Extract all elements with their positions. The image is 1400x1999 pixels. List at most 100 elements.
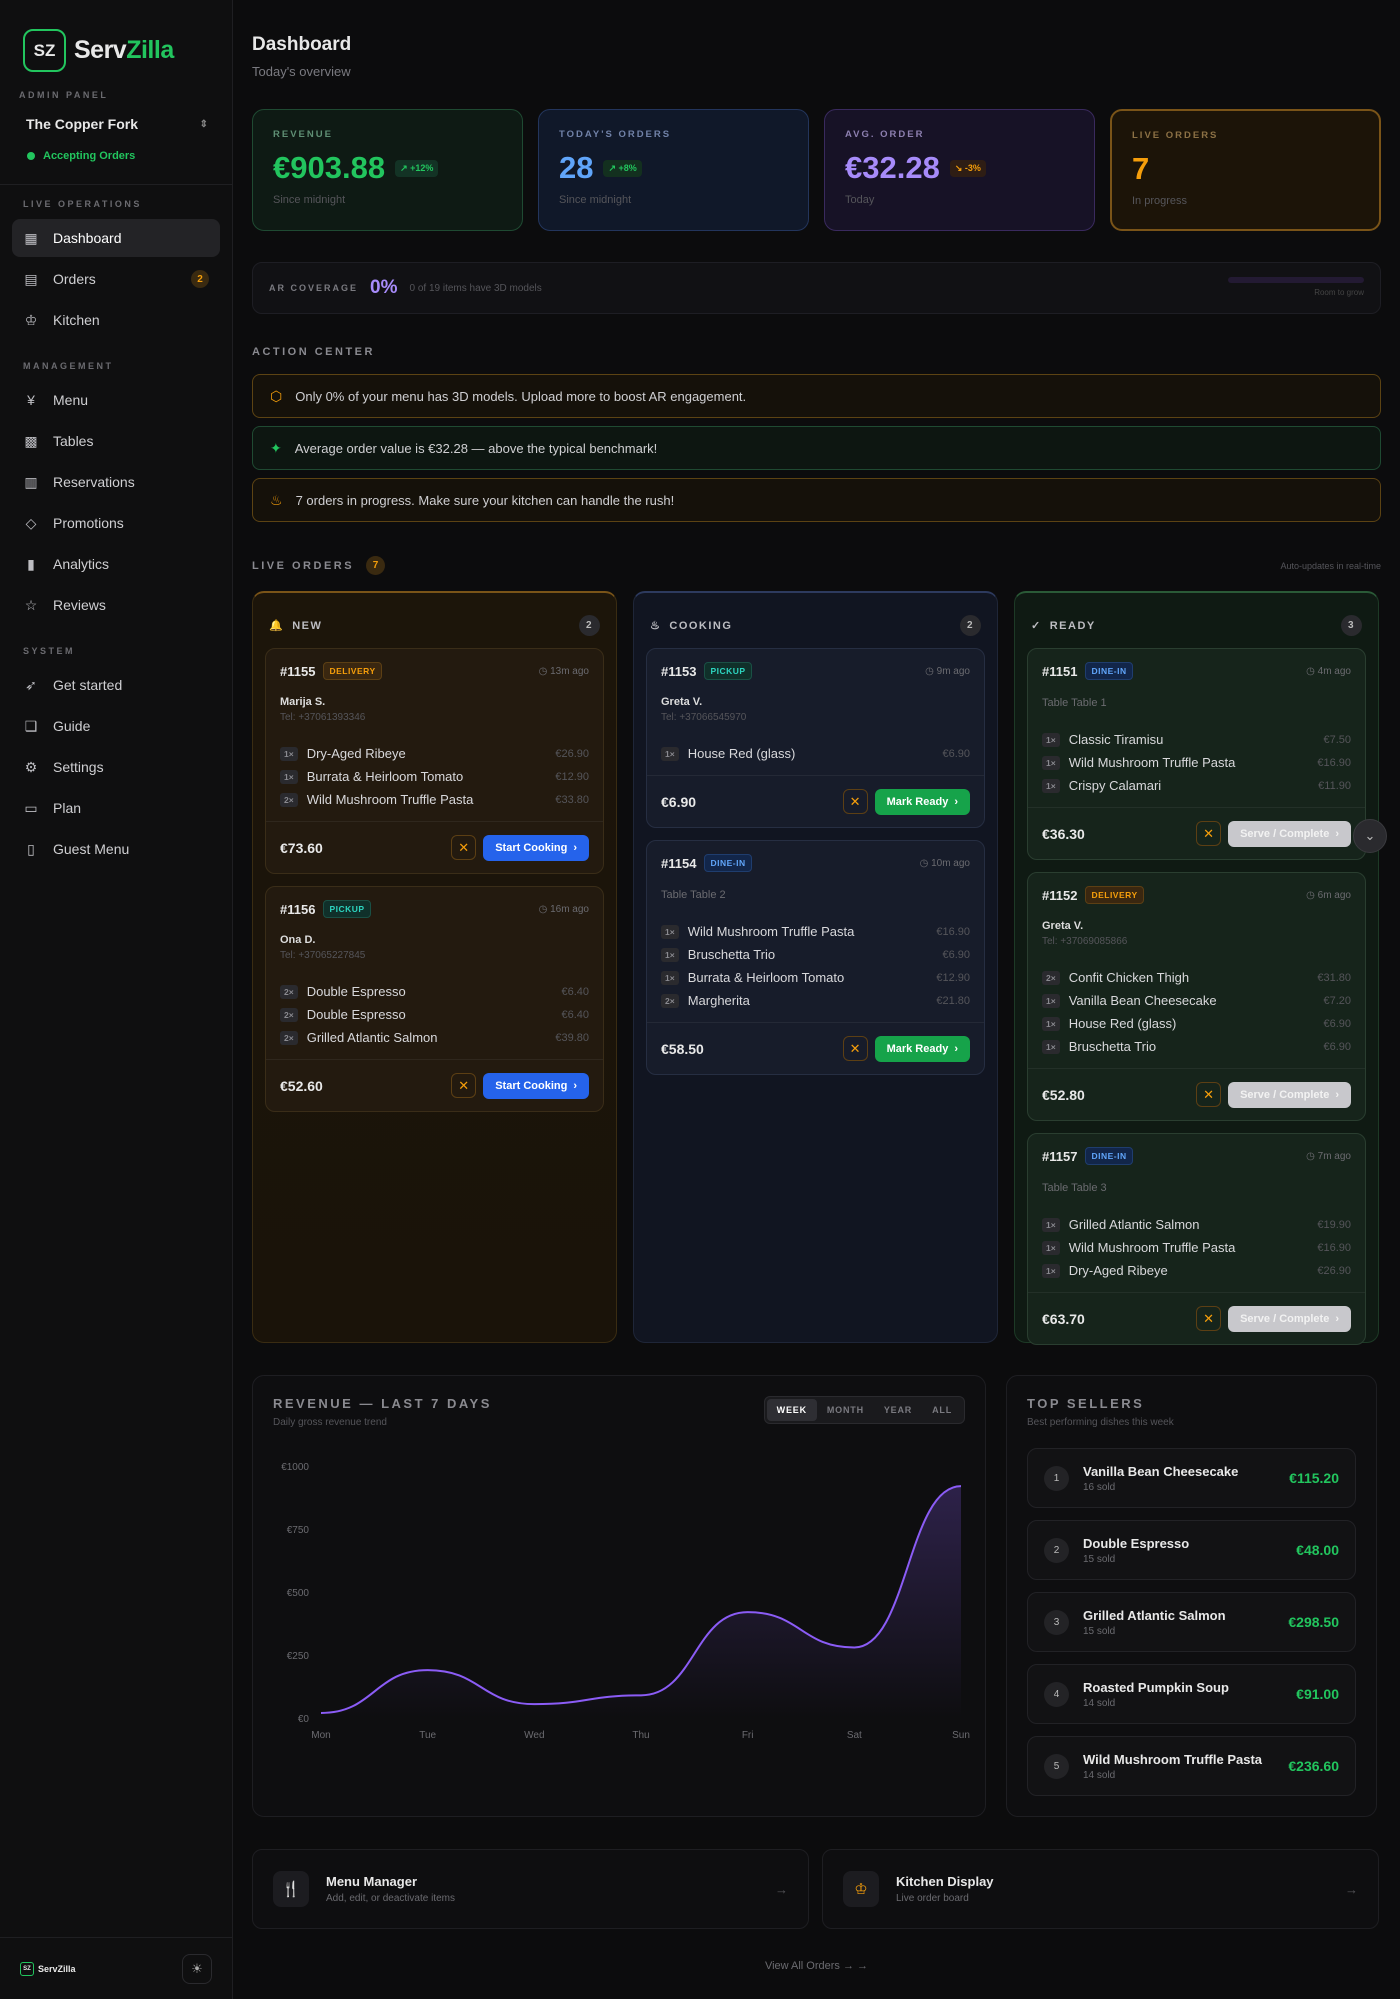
ar-coverage-bar[interactable]: AR COVERAGE 0% 0 of 19 items have 3D mod… (252, 262, 1381, 314)
kitchen-display-link[interactable]: ♔ Kitchen Display Live order board → (822, 1849, 1379, 1929)
sidebar-item-promotions[interactable]: ◇ Promotions (12, 504, 220, 542)
seller-row[interactable]: 3 Grilled Atlantic Salmon 15 sold €298.50 (1027, 1592, 1356, 1652)
sidebar-item-label: Settings (53, 759, 104, 775)
order-action-button[interactable]: Start Cooking › (483, 1072, 589, 1099)
order-action-button[interactable]: Start Cooking › (483, 834, 589, 861)
order-id: #1153 (661, 663, 697, 679)
seller-row[interactable]: 5 Wild Mushroom Truffle Pasta 14 sold €236.… (1027, 1736, 1356, 1796)
item-name: House Red (glass) (687, 746, 796, 761)
view-all-orders-link[interactable]: View All Orders → → (252, 1960, 1381, 1972)
time-ago: ◷ 4m ago (1306, 665, 1351, 677)
customer-name: Greta V. (661, 696, 703, 708)
column-cooking: ♨ COOKING 2 #1153 PICKUP ◷ 9m ago Greta V. Tel… (633, 591, 998, 1343)
sidebar-item-tables[interactable]: ▩ Tables (12, 422, 220, 460)
order-card[interactable]: #1151 DINE-IN ◷ 4m ago Table Table 1 1× Class… (1027, 648, 1366, 860)
cancel-order-button[interactable]: ✕ (451, 835, 477, 860)
sidebar-item-analytics[interactable]: ▮ Analytics (12, 545, 220, 583)
order-card[interactable]: #1154 DINE-IN ◷ 10m ago Table Table 2 1× Wild… (646, 840, 985, 1075)
order-action-button[interactable]: Serve / Complete › (1228, 1081, 1351, 1108)
stat-card-avg-order[interactable]: AVG. ORDER €32.28 ↘ -3% Today (824, 109, 1095, 231)
card-footer: €36.30 ✕ Serve / Complete › (1028, 807, 1365, 859)
order-type-badge: PICKUP (704, 662, 752, 680)
sidebar-item-reservations[interactable]: ▥ Reservations (12, 463, 220, 501)
alert-avg-order[interactable]: ✦ Average order value is €32.28 — above t… (252, 426, 1381, 470)
sidebar-item-settings[interactable]: ⚙ Settings (12, 748, 220, 786)
status-dot (27, 152, 35, 160)
order-action-button[interactable]: Mark Ready › (874, 788, 970, 815)
sidebar-item-get-started[interactable]: ➶ Get started (12, 666, 220, 704)
sidebar-item-menu[interactable]: ¥ Menu (12, 381, 220, 419)
order-item: 1× Burrata & Heirloom Tomato €12.90 (280, 765, 589, 788)
cancel-order-button[interactable]: ✕ (1196, 1306, 1222, 1331)
tab-year[interactable]: YEAR (874, 1399, 922, 1421)
seller-row[interactable]: 4 Roasted Pumpkin Soup 14 sold €91.00 (1027, 1664, 1356, 1724)
sidebar-item-label: Orders (53, 271, 96, 287)
order-card[interactable]: #1152 DELIVERY ◷ 6m ago Greta V. Tel: +37069… (1027, 872, 1366, 1121)
alert-text: 7 orders in progress. Make sure your kit… (295, 492, 675, 508)
seller-amount: €91.00 (1296, 1686, 1339, 1702)
tab-all[interactable]: ALL (922, 1399, 962, 1421)
x-tick-label: Sun (952, 1730, 970, 1741)
customer-name: Ona D. (280, 934, 316, 946)
scroll-down-button[interactable]: ⌄ (1353, 819, 1387, 853)
chevron-right-icon: › (1335, 1088, 1339, 1101)
arrow-right-icon: → (775, 1881, 788, 1897)
top-sellers-list: 1 Vanilla Bean Cheesecake 16 sold €115.20 2 D… (1027, 1448, 1356, 1796)
item-qty: 1× (1042, 1039, 1060, 1054)
stat-label: REVENUE (273, 129, 333, 140)
cancel-order-button[interactable]: ✕ (1196, 821, 1222, 846)
stat-card-live-orders[interactable]: LIVE ORDERS 7 In progress (1110, 109, 1381, 231)
restaurant-selector[interactable]: The Copper Fork ⇕ (14, 110, 220, 138)
order-card[interactable]: #1156 PICKUP ◷ 16m ago Ona D. Tel: +37065227… (265, 886, 604, 1112)
action-center: ACTION CENTER ⬡ Only 0% of your menu has … (252, 346, 1381, 522)
order-action-button[interactable]: Serve / Complete › (1228, 1305, 1351, 1332)
sidebar-item-dashboard[interactable]: ▦ Dashboard (12, 219, 220, 257)
cancel-order-button[interactable]: ✕ (842, 1036, 868, 1061)
theme-toggle-button[interactable]: ☀ (182, 1953, 212, 1984)
alert-orders[interactable]: ♨ 7 orders in progress. Make sure your ki… (252, 478, 1381, 522)
item-name: Dry-Aged Ribeye (306, 746, 406, 761)
sun-icon: ☀ (191, 1960, 203, 1976)
status-text: Accepting Orders (43, 150, 136, 162)
seller-rank: 1 (1044, 1465, 1069, 1491)
sidebar-item-plan[interactable]: ▭ Plan (12, 789, 220, 827)
item-qty: 1× (1042, 993, 1060, 1008)
order-card[interactable]: #1153 PICKUP ◷ 9m ago Greta V. Tel: +3706654… (646, 648, 985, 828)
cancel-order-button[interactable]: ✕ (1196, 1082, 1222, 1107)
brand-logo[interactable]: SZ ServZilla (0, 0, 232, 72)
order-item: 2× Double Espresso €6.40 (280, 980, 589, 1003)
live-orders-header: LIVE ORDERS 7 Auto-updates in real-time (252, 556, 1381, 575)
order-action-button[interactable]: Serve / Complete › (1228, 820, 1351, 847)
sidebar-item-kitchen[interactable]: ♔ Kitchen (12, 301, 220, 339)
menu-manager-link[interactable]: 🍴 Menu Manager Add, edit, or deactivate i… (252, 1849, 809, 1929)
order-item: 2× Confit Chicken Thigh €31.80 (1042, 966, 1351, 989)
alert-ar[interactable]: ⬡ Only 0% of your menu has 3D models. Upl… (252, 374, 1381, 418)
seller-row[interactable]: 1 Vanilla Bean Cheesecake 16 sold €115.20 (1027, 1448, 1356, 1508)
item-name: Dry-Aged Ribeye (1068, 1263, 1168, 1278)
sidebar-item-guest-menu[interactable]: ▯ Guest Menu (12, 830, 220, 868)
tab-week[interactable]: WEEK (766, 1399, 817, 1421)
cancel-order-button[interactable]: ✕ (842, 789, 868, 814)
seller-name: Double Espresso (1083, 1535, 1190, 1551)
seller-row[interactable]: 2 Double Espresso 15 sold €48.00 (1027, 1520, 1356, 1580)
sidebar-item-orders[interactable]: ▤ Orders 2 (12, 260, 220, 298)
order-action-button[interactable]: Mark Ready › (874, 1035, 970, 1062)
stat-card-revenue[interactable]: REVENUE €903.88 ↗ +12% Since midnight (252, 109, 523, 231)
order-total: €36.30 (1042, 825, 1085, 842)
stat-card-orders[interactable]: TODAY'S ORDERS 28 ↗ +8% Since midnight (538, 109, 809, 231)
order-card[interactable]: #1155 DELIVERY ◷ 13m ago Marija S. Tel: +370… (265, 648, 604, 874)
order-item: 1× House Red (glass) €6.90 (1042, 1012, 1351, 1035)
tab-month[interactable]: MONTH (817, 1399, 874, 1421)
sidebar-item-guide[interactable]: ❑ Guide (12, 707, 220, 745)
cancel-order-button[interactable]: ✕ (451, 1073, 477, 1098)
accepting-orders-status[interactable]: Accepting Orders (27, 150, 232, 162)
order-item: 1× Classic Tiramisu €7.50 (1042, 728, 1351, 751)
item-name: Wild Mushroom Truffle Pasta (1068, 1240, 1236, 1255)
sidebar-item-label: Kitchen (53, 312, 100, 328)
sidebar-item-reviews[interactable]: ☆ Reviews (12, 586, 220, 624)
order-card[interactable]: #1157 DINE-IN ◷ 7m ago Table Table 3 1× Grill… (1027, 1133, 1366, 1345)
shortcut-sub: Live order board (896, 1893, 969, 1904)
column-header: 🔔 NEW 2 (265, 605, 604, 648)
item-price: €6.90 (1323, 1040, 1351, 1053)
y-tick-label: €250 (287, 1651, 310, 1662)
